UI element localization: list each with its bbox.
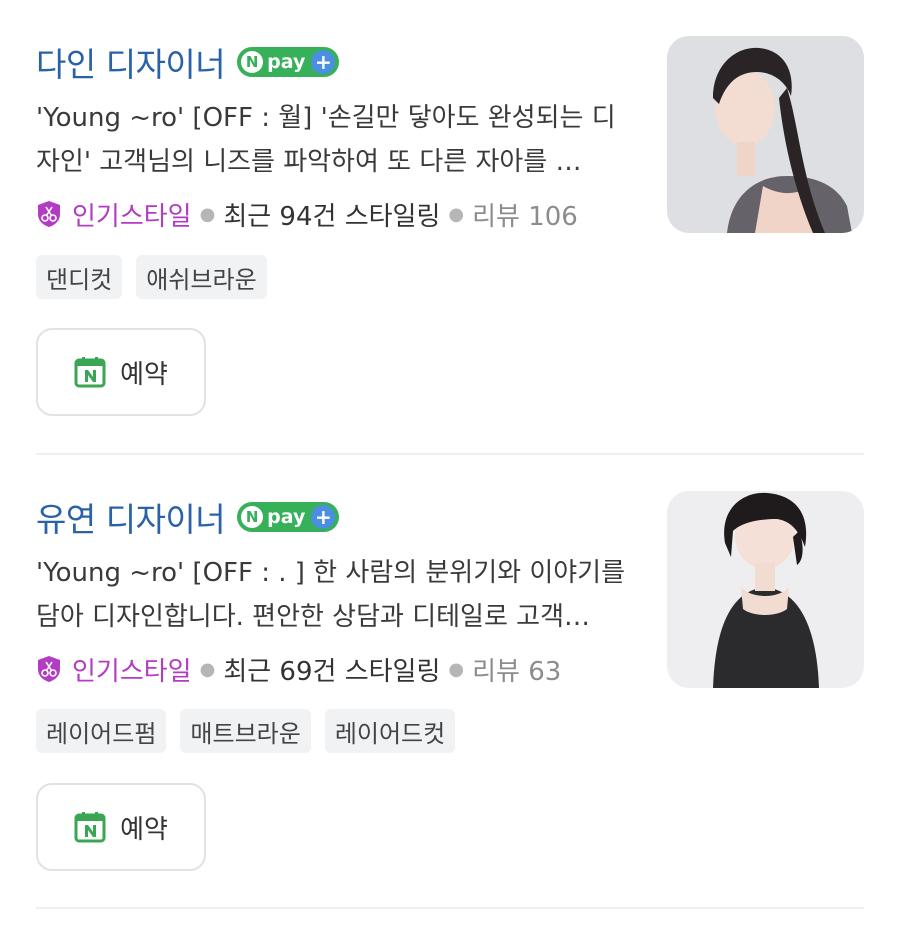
designer-meta: 인기스타일 ● 최근 94건 스타일링 ● 리뷰 106 [36,194,578,234]
designer-description[interactable]: 'Young ~ro' [OFF : 월] '손길만 닿아도 완성되는 디 자인… [36,96,636,184]
card-divider [36,453,864,455]
npay-plus-icon: + [311,50,336,74]
designer-name[interactable]: 다인 디자이너 [36,38,226,86]
popular-style-label: 인기스타일 [72,201,192,232]
separator-dot: ● [199,203,216,225]
calendar-icon [74,357,106,388]
review-count[interactable]: 리뷰 106 [472,196,578,233]
reserve-label: 예약 [120,814,168,845]
card-divider [36,907,864,909]
description-line: 'Young ~ro' [OFF : 월] '손길만 닿아도 완성되는 디 [36,103,616,133]
npay-n-icon: N [241,51,264,73]
style-tag[interactable]: 레이어드컷 [324,709,456,753]
designer-photo[interactable] [667,491,864,688]
designer-photo[interactable] [667,36,864,233]
scissors-badge-icon [38,656,60,682]
designer-photo-image [667,36,864,233]
npay-badge: N pay + [237,502,340,532]
scissors-badge-icon [38,201,60,227]
reserve-button[interactable]: 예약 [36,783,206,871]
style-tags: 레이어드펌 매트브라운 레이어드컷 [36,709,456,753]
style-tags: 댄디컷 애쉬브라운 [36,255,267,299]
designer-photo-image [667,491,864,688]
designer-meta: 인기스타일 ● 최근 69건 스타일링 ● 리뷰 63 [36,649,561,689]
style-tag[interactable]: 댄디컷 [36,255,123,299]
style-tag[interactable]: 애쉬브라운 [136,255,267,299]
popular-style-label: 인기스타일 [72,656,192,687]
description-line: 자인' 고객님의 니즈를 파악하여 또 다른 자아를 … [36,147,582,177]
recent-styling-count: 최근 94건 스타일링 [223,201,441,232]
calendar-icon [74,812,106,843]
npay-badge: N pay + [237,47,340,77]
designer-name[interactable]: 유연 디자이너 [36,493,226,541]
designer-title-row: 유연 디자이너 N pay + [36,493,340,541]
reserve-button[interactable]: 예약 [36,328,206,416]
npay-n-icon: N [241,506,264,528]
separator-dot: ● [448,203,465,225]
description-line: 담아 디자인합니다. 편안한 상담과 디테일로 고객… [36,602,590,632]
npay-label: pay [267,51,306,73]
style-tag[interactable]: 레이어드펌 [36,709,167,753]
style-tag[interactable]: 매트브라운 [180,709,311,753]
review-count[interactable]: 리뷰 63 [472,651,561,688]
recent-styling-count: 최근 69건 스타일링 [223,656,441,687]
separator-dot: ● [448,658,465,680]
reserve-label: 예약 [120,359,168,390]
description-line: 'Young ~ro' [OFF : . ] 한 사람의 분위기와 이야기를 [36,558,626,588]
separator-dot: ● [199,658,216,680]
designer-description[interactable]: 'Young ~ro' [OFF : . ] 한 사람의 분위기와 이야기를 담… [36,551,636,639]
npay-label: pay [267,506,306,528]
npay-plus-icon: + [311,505,336,529]
designer-title-row: 다인 디자이너 N pay + [36,38,340,86]
